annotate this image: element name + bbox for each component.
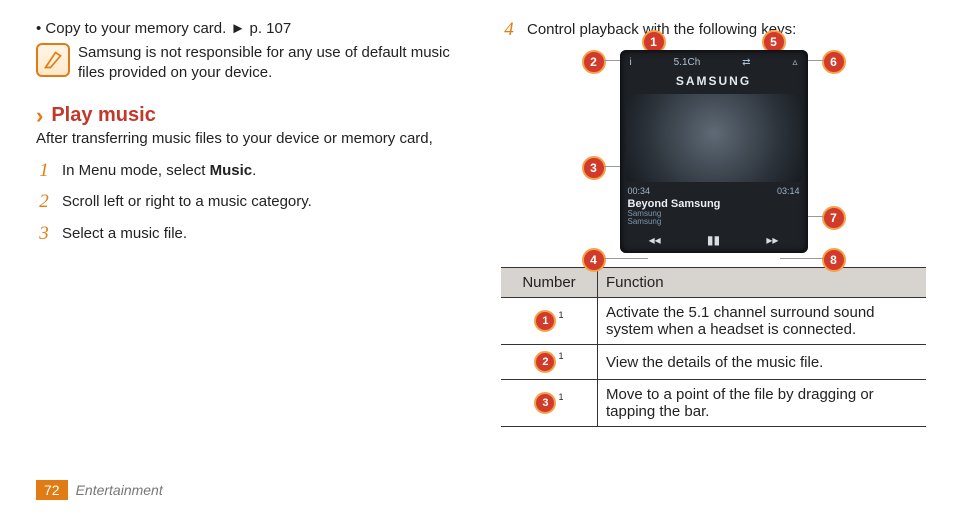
footnote-1: 1 xyxy=(558,310,563,320)
time-current: 00:34 xyxy=(628,186,651,196)
footer-category: Entertainment xyxy=(76,482,163,498)
note-row: Samsung is not responsible for any use o… xyxy=(36,43,461,82)
step-num-4: 4 xyxy=(501,20,517,40)
track-title: Beyond Samsung xyxy=(626,198,802,210)
caret-up-icon[interactable]: ▵ xyxy=(792,57,797,68)
callout-7: 7 xyxy=(822,206,846,230)
left-column: • Copy to your memory card. ► p. 107 Sam… xyxy=(36,20,461,427)
col-function: Function xyxy=(598,268,927,298)
step-2-text: Scroll left or right to a music category… xyxy=(62,192,312,212)
time-total: 03:14 xyxy=(777,186,800,196)
callout-4: 4 xyxy=(582,248,606,272)
track-album: Samsung xyxy=(626,218,802,227)
step-num-3: 3 xyxy=(36,224,52,243)
table-row: 11 Activate the 5.1 channel surround sou… xyxy=(501,298,926,345)
player-controls: ◂◂ ▮▮ ▸▸ xyxy=(626,233,802,247)
play-pause-button[interactable]: ▮▮ xyxy=(707,233,720,247)
step-1-text: In Menu mode, select Music. xyxy=(62,161,256,181)
note-text: Samsung is not responsible for any use o… xyxy=(78,43,461,82)
page-number: 72 xyxy=(36,480,68,500)
player-top-bar: i 5.1Ch ⇄ ▵ xyxy=(626,56,802,70)
right-column: 4 Control playback with the following ke… xyxy=(501,20,926,427)
col-number: Number xyxy=(501,268,598,298)
func-3: Move to a point of the file by dragging … xyxy=(598,380,927,427)
section-desc: After transferring music files to your d… xyxy=(36,129,461,149)
surround-icon[interactable]: 5.1Ch xyxy=(674,57,701,68)
bullet-text: Copy to your memory card. ► p. 107 xyxy=(45,20,291,37)
step-1: 1 In Menu mode, select Music. xyxy=(36,161,461,181)
page-footer: 72 Entertainment xyxy=(36,480,163,500)
numball-3: 3 xyxy=(534,392,556,414)
bullet-copy-to-card: • Copy to your memory card. ► p. 107 xyxy=(36,20,461,37)
music-player: i 5.1Ch ⇄ ▵ SAMSUNG 00:34 03:14 Beyond S… xyxy=(620,50,808,254)
numball-1: 1 xyxy=(534,310,556,332)
table-row: 31 Move to a point of the file by draggi… xyxy=(501,380,926,427)
table-row: 21 View the details of the music file. xyxy=(501,345,926,380)
heading-text: Play music xyxy=(51,104,156,127)
step-4: 4 Control playback with the following ke… xyxy=(501,20,926,40)
steps-list: 1 In Menu mode, select Music. 2 Scroll l… xyxy=(36,161,461,244)
shuffle-icon[interactable]: ⇄ xyxy=(742,57,750,68)
step-3-text: Select a music file. xyxy=(62,224,187,244)
callout-3: 3 xyxy=(582,156,606,180)
callout-2: 2 xyxy=(582,50,606,74)
table-header-row: Number Function xyxy=(501,268,926,298)
time-bar[interactable]: 00:34 03:14 xyxy=(626,186,802,196)
func-2: View the details of the music file. xyxy=(598,345,927,380)
chevron-icon: › xyxy=(36,105,43,127)
callout-6: 6 xyxy=(822,50,846,74)
callout-8: 8 xyxy=(822,248,846,272)
brand-label: SAMSUNG xyxy=(626,74,802,88)
section-heading: › Play music xyxy=(36,104,461,127)
numball-2: 2 xyxy=(534,351,556,373)
step-num-2: 2 xyxy=(36,192,52,211)
note-icon xyxy=(36,43,70,77)
step-2: 2 Scroll left or right to a music catego… xyxy=(36,192,461,212)
step-num-1: 1 xyxy=(36,161,52,180)
footnote-1: 1 xyxy=(558,351,563,361)
next-button[interactable]: ▸▸ xyxy=(766,233,778,247)
function-table: Number Function 11 Activate the 5.1 chan… xyxy=(501,267,926,427)
footnote-1: 1 xyxy=(558,392,563,402)
step-3: 3 Select a music file. xyxy=(36,224,461,244)
info-icon[interactable]: i xyxy=(630,57,632,68)
func-1: Activate the 5.1 channel surround sound … xyxy=(598,298,927,345)
player-diagram: 2 3 4 1 6 7 8 5 i 5.1Ch ⇄ ▵ xyxy=(524,50,904,254)
album-art xyxy=(626,94,802,182)
prev-button[interactable]: ◂◂ xyxy=(649,233,661,247)
